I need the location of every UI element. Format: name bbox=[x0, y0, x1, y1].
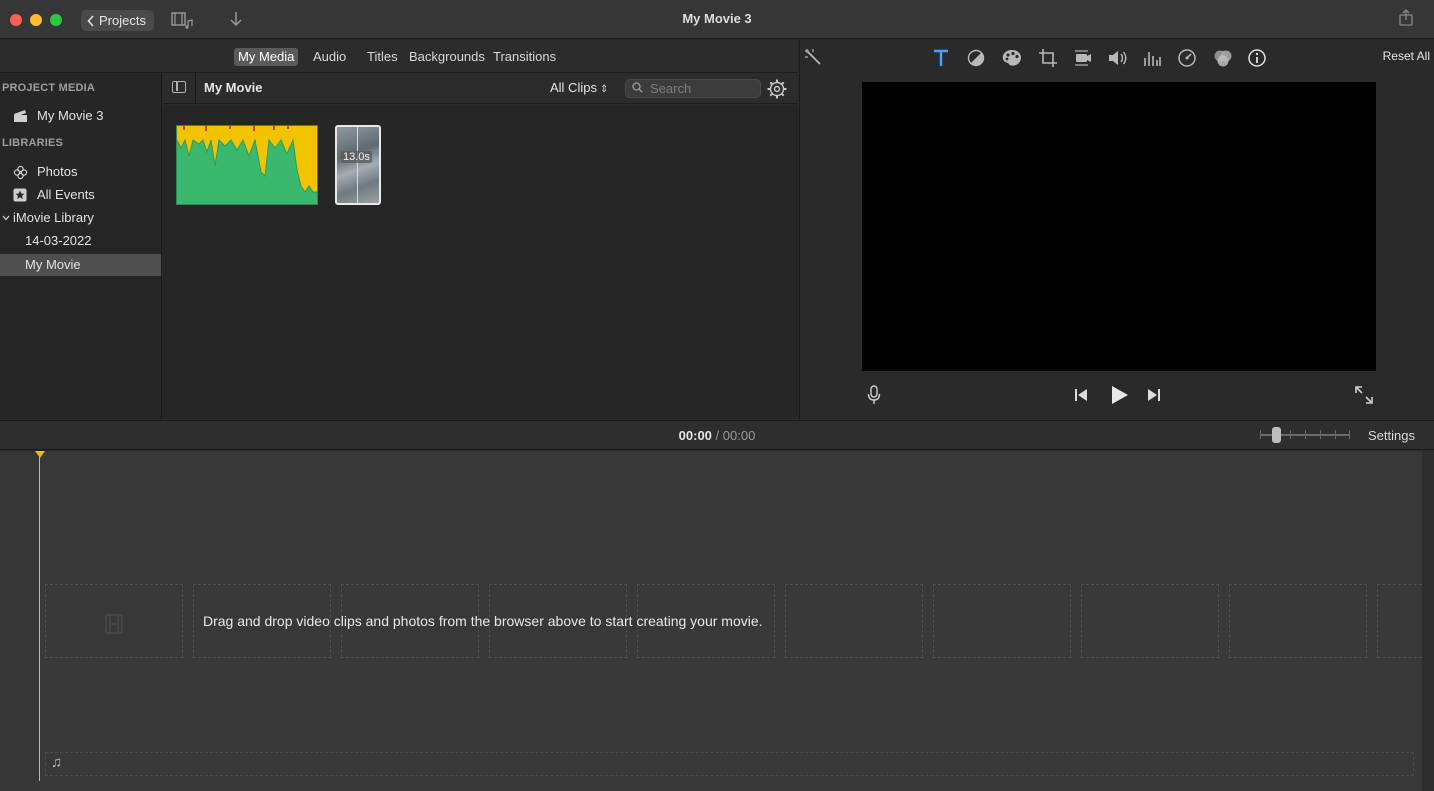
crop-icon[interactable] bbox=[1038, 48, 1058, 68]
media-browser-title: My Movie bbox=[204, 80, 263, 95]
time-separator: / bbox=[715, 428, 720, 443]
header-divider bbox=[195, 73, 196, 104]
timeline-zoom-slider[interactable] bbox=[1260, 427, 1350, 443]
fullscreen-expand-icon[interactable] bbox=[1354, 385, 1374, 405]
timeline-right-edge bbox=[1422, 451, 1434, 791]
reset-all-button[interactable]: Reset All bbox=[1383, 49, 1430, 63]
clip-filter-label: All Clips bbox=[550, 80, 597, 95]
zoom-tick bbox=[1335, 430, 1336, 439]
sidebar-item-label: 14-03-2022 bbox=[25, 233, 92, 248]
media-browser: 13.0s bbox=[163, 105, 798, 419]
zoom-slider-knob[interactable] bbox=[1272, 427, 1281, 443]
sidebar-item-event-date[interactable]: 14-03-2022 bbox=[0, 230, 161, 252]
empty-clip-slot bbox=[785, 584, 923, 658]
library-sidebar: PROJECT MEDIA My Movie 3 LIBRARIES Photo… bbox=[0, 73, 162, 419]
media-browser-header: My Movie All Clips ⇕ bbox=[163, 73, 798, 104]
sidebar-item-label: My Movie 3 bbox=[37, 108, 104, 123]
search-input[interactable] bbox=[650, 81, 756, 96]
timeline-settings-button[interactable]: Settings bbox=[1368, 428, 1415, 443]
tab-my-media[interactable]: My Media bbox=[234, 48, 299, 66]
zoom-tick bbox=[1260, 430, 1261, 439]
zoom-tick bbox=[1349, 430, 1350, 439]
audio-clip-thumbnail[interactable] bbox=[176, 125, 318, 205]
background-music-lane[interactable] bbox=[45, 752, 1414, 776]
empty-clip-slot bbox=[1377, 584, 1422, 658]
skip-forward-icon[interactable] bbox=[1146, 387, 1162, 403]
video-clip-thumbnail[interactable]: 13.0s bbox=[335, 125, 381, 205]
titles-icon[interactable] bbox=[931, 48, 951, 68]
viewer-panel: Reset All bbox=[799, 40, 1434, 419]
play-icon[interactable] bbox=[1108, 384, 1130, 406]
project-media-heading: PROJECT MEDIA bbox=[2, 82, 96, 94]
current-time: 00:00 bbox=[678, 428, 712, 443]
sidebar-item-label: Photos bbox=[37, 164, 78, 179]
tab-transitions[interactable]: Transitions bbox=[489, 48, 560, 66]
zoom-tick bbox=[1305, 430, 1306, 439]
volume-icon[interactable] bbox=[1107, 48, 1129, 68]
search-field[interactable] bbox=[625, 79, 761, 98]
skip-back-icon[interactable] bbox=[1073, 387, 1089, 403]
timeline-gutter bbox=[0, 451, 39, 791]
sidebar-item-label: iMovie Library bbox=[13, 210, 94, 225]
sidebar-item-my-movie[interactable]: My Movie bbox=[0, 254, 161, 276]
film-strip-icon bbox=[105, 614, 123, 634]
color-balance-icon[interactable] bbox=[966, 48, 986, 68]
tab-audio[interactable]: Audio bbox=[309, 48, 350, 66]
disclosure-down-icon[interactable] bbox=[2, 215, 10, 221]
skim-line bbox=[357, 127, 358, 203]
info-icon[interactable] bbox=[1247, 48, 1267, 68]
timeline-header: 00:00 / 00:00 Settings bbox=[0, 420, 1434, 450]
share-icon[interactable] bbox=[1398, 9, 1414, 27]
clip-duration-badge: 13.0s bbox=[341, 151, 372, 163]
playhead-handle[interactable] bbox=[35, 451, 45, 458]
clip-filter-select[interactable]: All Clips ⇕ bbox=[550, 80, 608, 95]
clip-filter-icon[interactable] bbox=[1212, 48, 1234, 68]
zoom-tick bbox=[1290, 430, 1291, 439]
empty-timeline-hint: Drag and drop video clips and photos fro… bbox=[203, 613, 763, 629]
updown-chevron-icon: ⇕ bbox=[599, 84, 609, 95]
color-correction-icon[interactable] bbox=[1001, 48, 1023, 68]
sidebar-item-project[interactable]: My Movie 3 bbox=[0, 105, 161, 127]
microphone-icon[interactable] bbox=[867, 385, 881, 405]
total-time: 00:00 bbox=[722, 428, 756, 443]
stabilization-icon[interactable] bbox=[1073, 48, 1093, 68]
sidebar-item-imovie-library[interactable]: iMovie Library bbox=[0, 207, 161, 229]
empty-clip-slot bbox=[1229, 584, 1367, 658]
adjustments-toolbar: Reset All bbox=[800, 40, 1434, 76]
playhead[interactable] bbox=[39, 451, 40, 781]
speed-icon[interactable] bbox=[1177, 48, 1197, 68]
window-title: My Movie 3 bbox=[682, 11, 752, 26]
empty-clip-slot bbox=[933, 584, 1071, 658]
sidebar-item-all-events[interactable]: All Events bbox=[0, 184, 161, 206]
timecode-display: 00:00 / 00:00 bbox=[0, 428, 1434, 443]
clapperboard-icon bbox=[14, 110, 27, 122]
tab-backgrounds[interactable]: Backgrounds bbox=[405, 48, 489, 66]
libraries-heading: LIBRARIES bbox=[2, 137, 64, 149]
sidebar-item-photos[interactable]: Photos bbox=[0, 161, 161, 183]
sidebar-toggle-icon[interactable] bbox=[172, 81, 186, 93]
title-bar: Projects My Movie 3 bbox=[0, 0, 1434, 39]
empty-clip-slot bbox=[1081, 584, 1219, 658]
sidebar-item-label: All Events bbox=[37, 187, 95, 202]
browser-tab-bar: My Media Audio Titles Backgrounds Transi… bbox=[0, 40, 798, 73]
viewer-screen[interactable] bbox=[862, 82, 1376, 371]
star-icon bbox=[13, 188, 27, 202]
timeline[interactable]: Drag and drop video clips and photos fro… bbox=[0, 451, 1434, 791]
magic-wand-icon[interactable] bbox=[804, 48, 824, 68]
search-icon bbox=[632, 82, 643, 93]
sidebar-item-label: My Movie bbox=[25, 257, 81, 272]
music-note-icon: ♫ bbox=[51, 754, 63, 771]
audio-waveform bbox=[177, 126, 317, 193]
photos-icon bbox=[13, 165, 28, 180]
gear-icon[interactable] bbox=[766, 78, 788, 100]
noise-eq-icon[interactable] bbox=[1142, 48, 1162, 68]
tab-titles[interactable]: Titles bbox=[363, 48, 402, 66]
zoom-tick bbox=[1320, 430, 1321, 439]
